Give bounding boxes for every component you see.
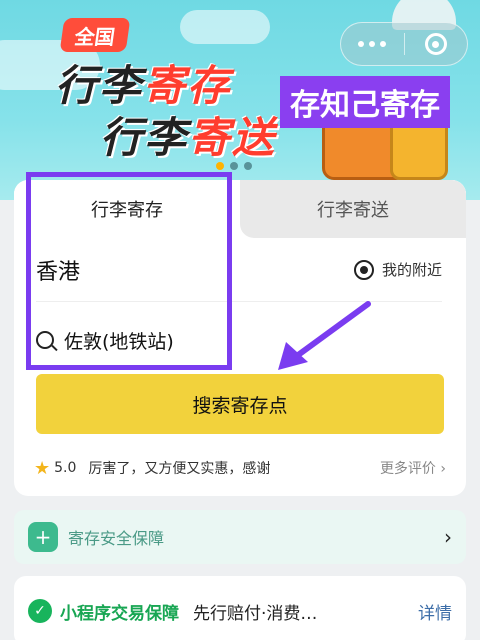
slogan-line-2: 行李寄送 — [100, 104, 276, 165]
carousel-dot-active — [216, 162, 224, 170]
guarantee-description: 先行赔付·消费… — [193, 603, 318, 624]
guarantee-title: 小程序交易保障 — [60, 603, 179, 624]
more-menu-icon[interactable] — [341, 41, 404, 47]
nationwide-badge: 全国 — [59, 18, 131, 52]
annotation-arrow-icon — [278, 301, 371, 370]
slogan-accent-text: 寄送 — [188, 113, 277, 162]
nearby-label: 我的附近 — [381, 261, 442, 279]
star-icon: ★ — [34, 457, 51, 479]
more-reviews-label: 更多评价 — [379, 461, 436, 477]
carousel-dot — [230, 162, 238, 170]
safety-label: 寄存安全保障 — [68, 529, 165, 548]
rating-value: 5.0 — [54, 460, 77, 476]
search-storage-button[interactable]: 搜索寄存点 — [36, 374, 444, 434]
carousel-dot — [244, 162, 252, 170]
locate-icon — [350, 259, 377, 280]
annotation-highlight-box — [26, 172, 232, 370]
slogan-text: 行李 — [55, 61, 144, 110]
chevron-right-icon: › — [444, 525, 452, 549]
storage-safety-banner[interactable]: + 寄存安全保障 › — [14, 510, 466, 564]
shield-plus-icon: + — [28, 522, 58, 552]
nearby-button[interactable]: 我的附近 — [350, 259, 442, 280]
slogan-accent-text: 寄存 — [143, 61, 232, 110]
more-reviews-link[interactable]: 更多评价 › — [380, 458, 446, 478]
review-summary: ★ 5.0 厉害了，又方便又实惠，感谢 更多评价 › — [34, 456, 446, 480]
tab-delivery[interactable]: 行李寄送 — [240, 180, 466, 238]
leaf-icon: ✓ — [28, 599, 52, 623]
guarantee-details-link[interactable]: 详情 — [418, 599, 452, 624]
miniprogram-capsule — [340, 22, 468, 66]
carousel-indicator — [216, 162, 252, 170]
cloud-decoration — [180, 10, 270, 44]
transaction-guarantee-bar: ✓ 小程序交易保障 先行赔付·消费… 详情 — [14, 576, 466, 640]
slogan-text: 行李 — [100, 113, 189, 162]
review-text: 厉害了，又方便又实惠，感谢 — [88, 461, 271, 477]
close-miniprogram-icon[interactable] — [405, 33, 468, 55]
watermark-label: 存知己寄存 — [280, 76, 450, 128]
